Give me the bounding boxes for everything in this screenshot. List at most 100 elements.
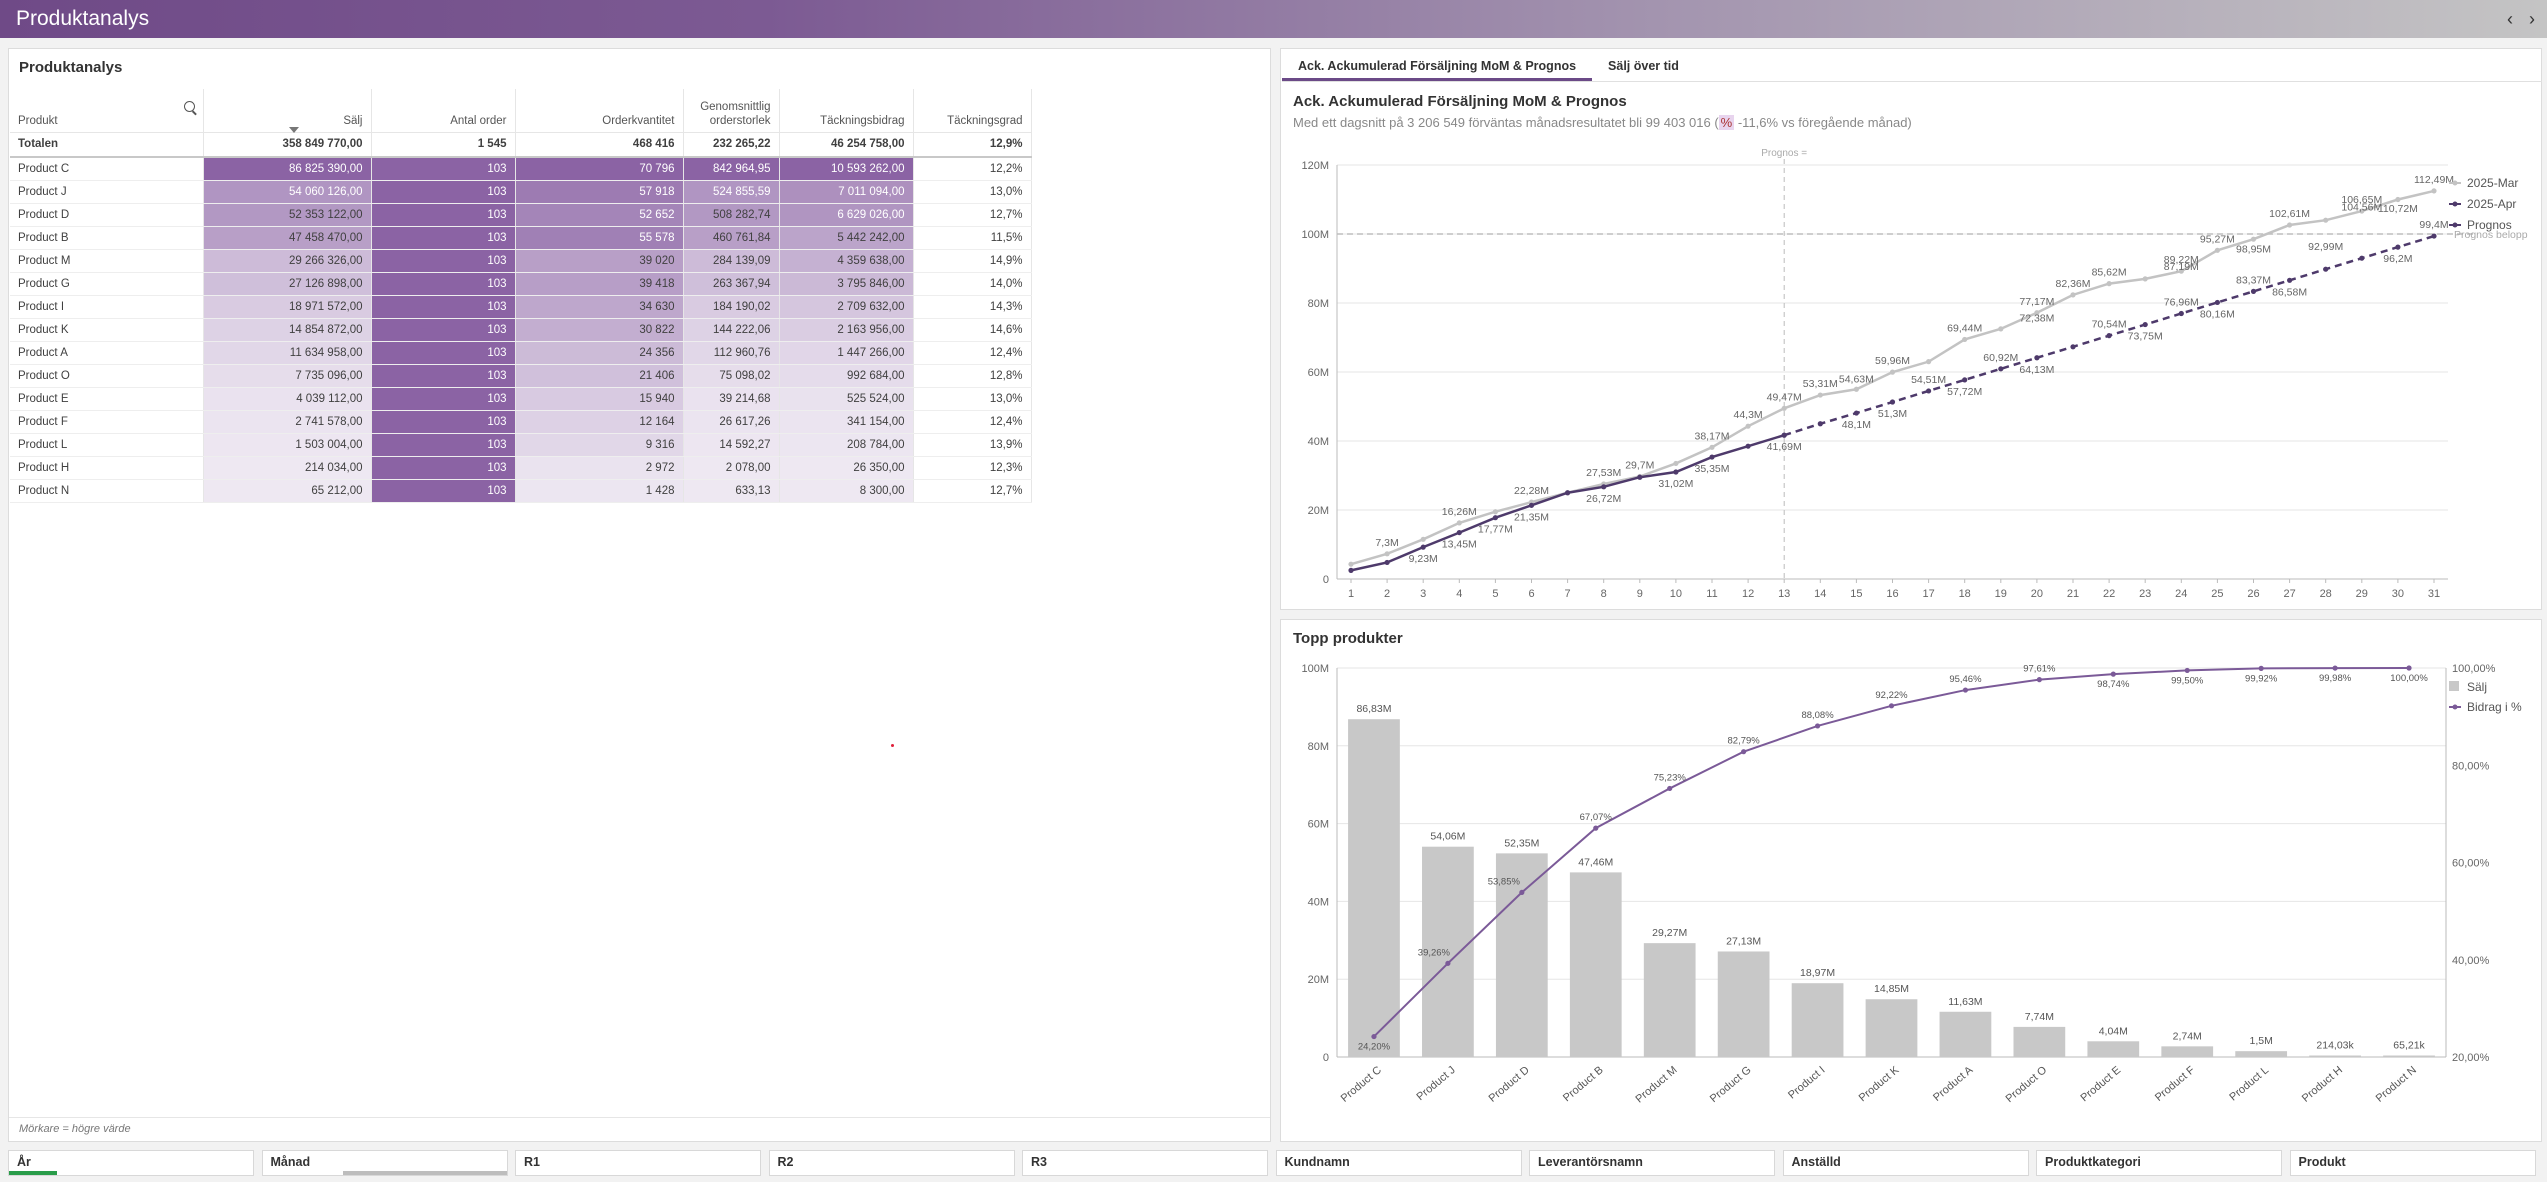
data-point <box>2214 247 2220 253</box>
table-row[interactable]: Product M 29 266 326,00 103 39 020 284 139,0… <box>10 249 1032 273</box>
filter-r2[interactable]: R2 <box>768 1150 1015 1176</box>
filter-produktkategori[interactable]: Produktkategori <box>2036 1150 2282 1176</box>
data-point <box>2070 344 2076 350</box>
product-cell[interactable]: Product J <box>10 180 204 204</box>
table-row[interactable]: Product C 86 825 390,00 103 70 796 842 964,9… <box>10 157 1032 181</box>
data-point <box>2250 288 2257 294</box>
pareto-point <box>1741 749 1747 755</box>
filter-label: Anställd <box>1791 1155 1841 1169</box>
table-row[interactable]: Product F2 741 578,00 103 12 164 26 617,26 3… <box>10 410 1032 434</box>
product-cell[interactable]: Product I <box>10 295 204 319</box>
column-header-antal-order[interactable]: Antal order <box>371 89 516 133</box>
salj-cell: 86 825 390,00 <box>203 157 372 181</box>
product-cell[interactable]: Product O <box>10 364 204 388</box>
previous-sheet-icon[interactable]: ‹ <box>2507 9 2513 30</box>
product-cell[interactable]: Product N <box>10 479 204 503</box>
data-point <box>1745 423 1751 429</box>
orderkvantitet-cell: 57 918 <box>515 180 684 204</box>
product-cell[interactable]: Product H <box>10 456 204 480</box>
top-products-chart[interactable]: 0 20M 40M 60M 80M 100M 20,00% 40,00% 60,00% 80,00… <box>1281 620 2541 1142</box>
data-label: 38,17M <box>1694 430 1729 442</box>
product-cell[interactable]: Product D <box>10 203 204 227</box>
table-row[interactable]: Product J 54 060 126,00 103 57 918 524 855,5… <box>10 180 1032 204</box>
data-point <box>1348 567 1354 573</box>
category-label: Product L <box>2227 1064 2271 1103</box>
data-label: 53,31M <box>1803 378 1838 390</box>
pareto-label: 99,50% <box>2171 675 2204 686</box>
tackningsgrad-cell: 12,2% <box>913 157 1032 181</box>
table-row[interactable]: Product L1 503 004,00 103 9 316 14 592,27 20… <box>10 433 1032 457</box>
column-header-tackningsgrad[interactable]: Täckningsgrad <box>913 89 1032 133</box>
column-header-produkt[interactable]: Produkt <box>10 89 204 133</box>
tackningsgrad-cell: 12,4% <box>913 410 1032 434</box>
tackningsgrad-cell: 12,7% <box>913 203 1032 227</box>
tackningsgrad-cell: 14,0% <box>913 272 1032 296</box>
data-label: 83,37M <box>2236 274 2271 286</box>
filter-produkt[interactable]: Produkt <box>2289 1150 2536 1176</box>
data-label: 87,19M <box>2164 261 2199 273</box>
product-cell[interactable]: Product C <box>10 157 204 181</box>
legend-label: 2025-Apr <box>2467 197 2516 211</box>
data-label: 7,3M <box>1375 537 1398 549</box>
pareto-label: 67,07% <box>1580 812 1613 823</box>
product-cell[interactable]: Product K <box>10 318 204 342</box>
orderkvantitet-cell: 21 406 <box>515 364 684 388</box>
salj-cell: 65 212,00 <box>203 479 372 503</box>
data-point <box>1673 460 1679 467</box>
product-cell[interactable]: Product G <box>10 272 204 296</box>
filter-månad[interactable]: Månad <box>261 1150 508 1176</box>
product-cell[interactable]: Product A <box>10 341 204 365</box>
search-icon[interactable] <box>183 101 195 112</box>
data-point <box>1926 359 1932 365</box>
product-cell[interactable]: Product F <box>10 410 204 434</box>
top-products-panel: Topp produkter 0 20M 40M 60M 80M 100M 20,00% 40… <box>1280 619 2542 1142</box>
tackningsbidrag-cell: 10 593 262,00 <box>779 157 914 181</box>
data-label: 59,96M <box>1875 355 1910 367</box>
data-point <box>1926 388 1932 394</box>
orderstorlek-cell: 26 617,26 <box>683 410 780 434</box>
filter-anställd[interactable]: Anställd <box>1782 1150 2029 1176</box>
table-row[interactable]: Product G 27 126 898,00 103 39 418 263 367,9… <box>10 272 1032 296</box>
data-point <box>2214 299 2220 306</box>
filter-kundnamn[interactable]: Kundnamn <box>1275 1150 1522 1176</box>
table-row[interactable]: Product B 47 458 470,00 103 55 578 460 761,8… <box>10 226 1032 250</box>
pareto-point <box>2406 665 2412 671</box>
data-label: 27,53M <box>1586 467 1621 479</box>
product-cell[interactable]: Product L <box>10 433 204 457</box>
total-row[interactable]: Totalen 358 849 770,00 1 545 468 416 232 265… <box>10 132 1032 158</box>
column-header-salj[interactable]: Sälj <box>203 89 372 133</box>
column-header-tackningsbidrag[interactable]: Täckningsbidrag <box>779 89 914 133</box>
tackningsgrad-cell: 12,7% <box>913 479 1032 503</box>
column-header-orderkvantitet[interactable]: Orderkvantitet <box>515 89 684 133</box>
data-label: 57,72M <box>1947 386 1982 398</box>
tackningsgrad-cell: 13,0% <box>913 180 1032 204</box>
filter-leverantörsnamn[interactable]: Leverantörsnamn <box>1529 1150 1775 1176</box>
orderkvantitet-cell: 1 428 <box>515 479 684 503</box>
data-label: 82,36M <box>2055 278 2090 290</box>
table-row[interactable]: Product E4 039 112,00 103 15 940 39 214,68 5… <box>10 387 1032 411</box>
product-cell[interactable]: Totalen <box>10 132 204 158</box>
product-cell[interactable]: Product B <box>10 226 204 250</box>
table-row[interactable]: Product O7 735 096,00 103 21 406 75 098,02 9… <box>10 364 1032 388</box>
cumulative-line-chart[interactable]: 020M40M60M80M100M120M1 2 3 4 5 6 7 8 9 10 11 12 13 14… <box>1281 49 2541 609</box>
column-header-genomsnittlig-orderstorlek[interactable]: Genomsnittlig orderstorlek <box>683 89 780 133</box>
table-row[interactable]: Product N 65 212,00 103 1 428 633,13 8 300,00… <box>10 479 1032 503</box>
product-analysis-panel: Produktanalys Produkt Sälj Antal order O… <box>8 48 1271 1142</box>
y2-tick-label: 40,00% <box>2452 955 2490 967</box>
table-row[interactable]: Product I 18 971 572,00 103 34 630 184 190,0… <box>10 295 1032 319</box>
y-tick-label: 100M <box>1301 229 1329 241</box>
filter-label: R1 <box>524 1155 540 1169</box>
filter-r3[interactable]: R3 <box>1022 1150 1268 1176</box>
product-cell[interactable]: Product M <box>10 249 204 273</box>
table-row[interactable]: Product A 11 634 958,00 103 24 356 112 960,7… <box>10 341 1032 365</box>
x-tick-label: 19 <box>1995 588 2007 600</box>
next-sheet-icon[interactable]: › <box>2529 9 2535 30</box>
table-row[interactable]: Product K 14 854 872,00 103 30 822 144 222,0… <box>10 318 1032 342</box>
pareto-point <box>1519 889 1525 896</box>
filter-bar: År Månad R1 R2 R3 Kundnamn Leverantörsnamn Anst… <box>0 1146 2547 1182</box>
filter-r1[interactable]: R1 <box>515 1150 761 1176</box>
table-row[interactable]: Product H 214 034,00 103 2 972 2 078,00 26 35… <box>10 456 1032 480</box>
product-cell[interactable]: Product E <box>10 387 204 411</box>
table-row[interactable]: Product D 52 353 122,00 103 52 652 508 282,7… <box>10 203 1032 227</box>
filter-år[interactable]: År <box>8 1150 254 1176</box>
